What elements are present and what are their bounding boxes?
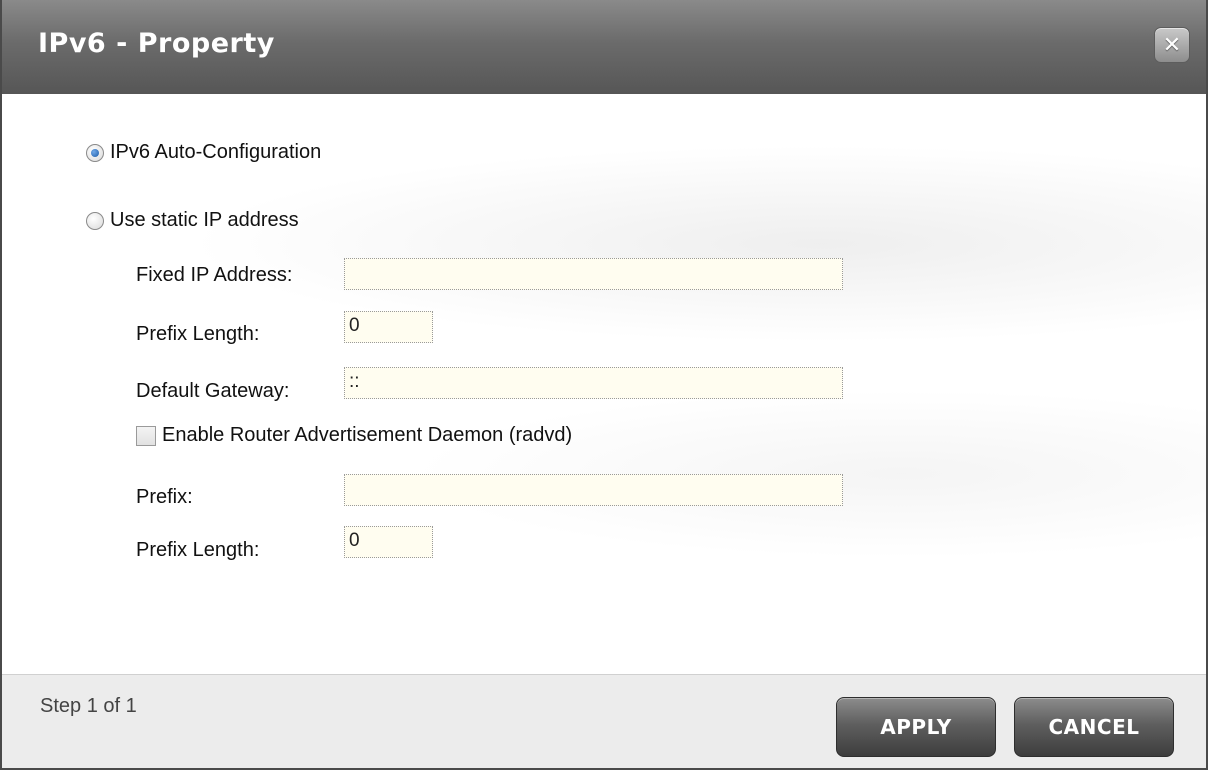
radvd-checkbox[interactable]: [136, 425, 156, 446]
prefix-label: Prefix:: [136, 486, 193, 508]
default-gateway-input[interactable]: ::: [344, 367, 843, 399]
dialog-content: IPv6 Auto-Configuration Use static IP ad…: [2, 94, 1206, 674]
auto-config-radio[interactable]: [86, 143, 104, 162]
close-button[interactable]: ✕: [1154, 27, 1190, 63]
fixed-ip-label: Fixed IP Address:: [136, 264, 293, 286]
prefix-input[interactable]: [344, 474, 843, 506]
static-ip-label: Use static IP address: [110, 209, 299, 231]
fixed-ip-input[interactable]: [344, 258, 843, 290]
radvd-option[interactable]: Enable Router Advertisement Daemon (radv…: [136, 424, 572, 447]
radvd-label: Enable Router Advertisement Daemon (radv…: [162, 424, 573, 446]
dialog-titlebar: IPv6 - Property ✕: [2, 0, 1206, 94]
dialog-title: IPv6 - Property: [38, 28, 275, 59]
prefix-length-2-input[interactable]: 0: [344, 526, 433, 558]
auto-config-label: IPv6 Auto-Configuration: [110, 141, 322, 163]
cancel-button[interactable]: CANCEL: [1014, 697, 1174, 757]
prefix-length-label: Prefix Length:: [136, 323, 260, 345]
close-icon: ✕: [1162, 32, 1182, 58]
ipv6-property-dialog: IPv6 - Property ✕ IPv6 Auto-Configuratio…: [0, 0, 1208, 770]
default-gateway-label: Default Gateway:: [136, 380, 290, 402]
prefix-length-input[interactable]: 0: [344, 311, 433, 343]
prefix-length-2-label: Prefix Length:: [136, 539, 260, 561]
auto-config-option[interactable]: IPv6 Auto-Configuration: [86, 141, 321, 164]
step-indicator: Step 1 of 1: [40, 695, 137, 717]
apply-button[interactable]: APPLY: [836, 697, 996, 757]
dialog-footer: Step 1 of 1 APPLY CANCEL: [2, 674, 1206, 768]
static-ip-radio[interactable]: [86, 211, 104, 230]
static-ip-option[interactable]: Use static IP address: [86, 209, 299, 232]
